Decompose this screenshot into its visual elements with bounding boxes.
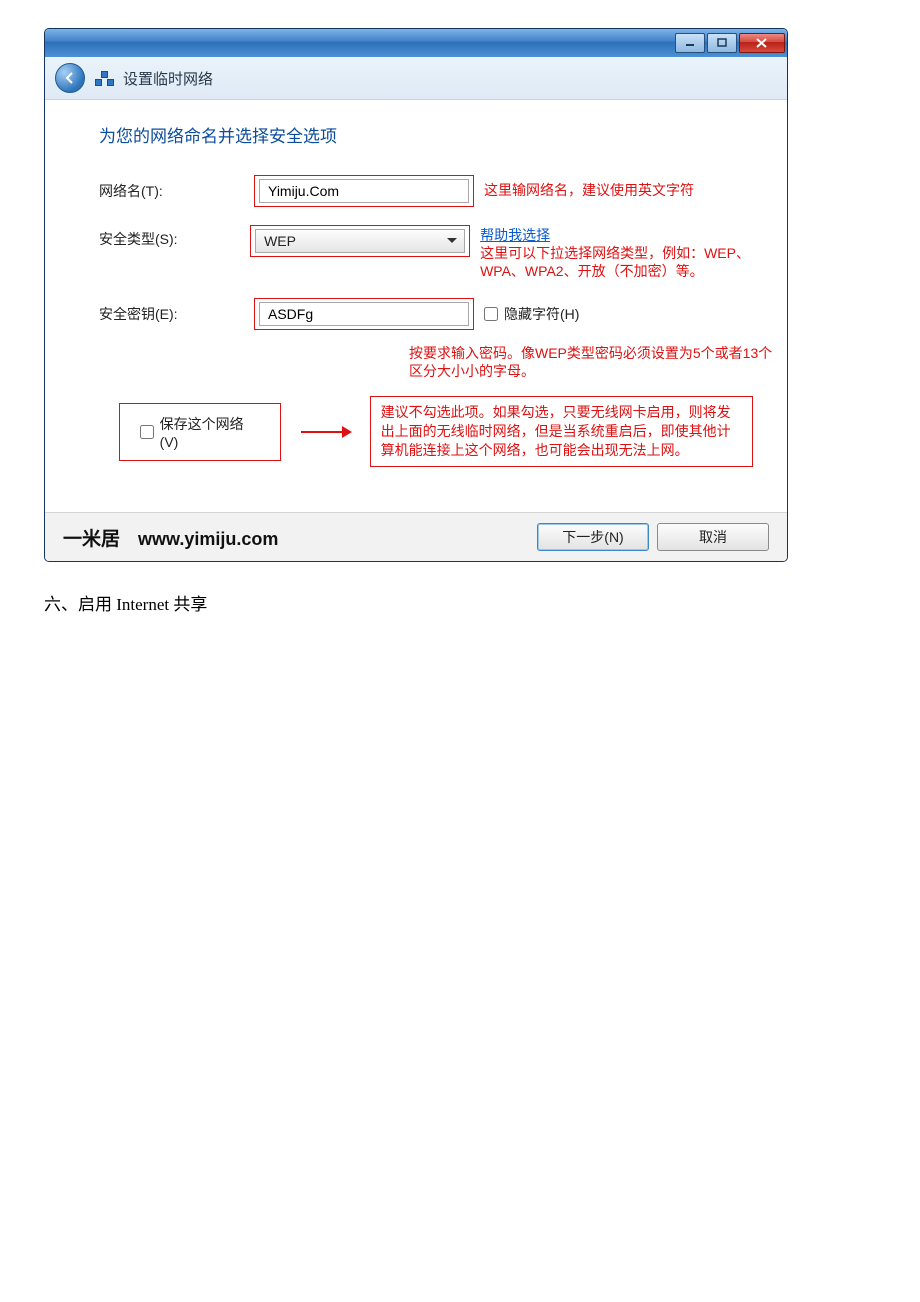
dialog-body: 为您的网络命名并选择安全选项 网络名(T): 这里输网络名，建议使用英文字符 安… bbox=[45, 100, 787, 512]
row-save-network: 保存这个网络(V) 建议不勾选此项。如果勾选，只要无线网卡启用，则将发出上面的无… bbox=[119, 396, 753, 467]
dialog-header: 设置临时网络 bbox=[45, 57, 787, 100]
hide-characters-checkbox[interactable]: 隐藏字符(H) bbox=[484, 304, 579, 324]
dialog-footer: 一米居 www.yimiju.com 下一步(N) 取消 bbox=[45, 512, 787, 561]
cancel-button[interactable]: 取消 bbox=[657, 523, 769, 551]
annot-security-type: 这里可以下拉选择网络类型，例如：WEP、WPA、WPA2、开放（不加密）等。 bbox=[480, 245, 753, 280]
security-type-select[interactable]: WEP bbox=[255, 229, 465, 253]
network-icon bbox=[95, 71, 113, 85]
row-security-type: 安全类型(S): WEP 帮助我选择 这里可以下拉选择网络类型，例如：WEP、W… bbox=[99, 225, 753, 280]
annot-box: WEP bbox=[250, 225, 470, 257]
help-me-choose-link[interactable]: 帮助我选择 bbox=[480, 227, 550, 243]
footer-buttons: 下一步(N) 取消 bbox=[537, 523, 769, 551]
save-network-label: 保存这个网络(V) bbox=[160, 414, 260, 450]
brand-url: www.yimiju.com bbox=[138, 529, 278, 550]
save-network-checkbox[interactable]: 保存这个网络(V) bbox=[119, 403, 281, 461]
row-network-name: 网络名(T): 这里输网络名，建议使用英文字符 bbox=[99, 175, 753, 207]
chevron-down-icon bbox=[444, 233, 460, 249]
annot-network-name: 这里输网络名，建议使用英文字符 bbox=[484, 182, 694, 200]
row-security-key: 安全密钥(E): 隐藏字符(H) bbox=[99, 298, 753, 330]
back-button[interactable] bbox=[55, 63, 85, 93]
maximize-button[interactable] bbox=[707, 33, 737, 53]
label-security-key: 安全密钥(E): bbox=[99, 304, 254, 324]
annot-password-rule: 按要求输入密码。像WEP类型密码必须设置为5个或者13个区分大小小的字母。 bbox=[409, 344, 779, 380]
dialog-window: 设置临时网络 为您的网络命名并选择安全选项 网络名(T): 这里输网络名，建议使… bbox=[44, 28, 788, 562]
annot-box bbox=[254, 175, 474, 207]
annot-save-network: 建议不勾选此项。如果勾选，只要无线网卡启用，则将发出上面的无线临时网络，但是当系… bbox=[370, 396, 753, 467]
close-button[interactable] bbox=[739, 33, 785, 53]
brand: 一米居 www.yimiju.com bbox=[63, 524, 278, 551]
save-network-check[interactable] bbox=[140, 425, 154, 439]
section-title: 为您的网络命名并选择安全选项 bbox=[99, 122, 753, 147]
titlebar bbox=[45, 29, 787, 57]
hide-characters-check[interactable] bbox=[484, 307, 498, 321]
label-security-type: 安全类型(S): bbox=[99, 225, 250, 249]
network-name-input[interactable] bbox=[259, 179, 469, 203]
document-caption: 六、启用 Internet 共享 bbox=[44, 590, 876, 615]
dialog-title: 设置临时网络 bbox=[123, 68, 213, 89]
security-key-input[interactable] bbox=[259, 302, 469, 326]
label-network-name: 网络名(T): bbox=[99, 181, 254, 201]
hide-characters-label: 隐藏字符(H) bbox=[504, 304, 579, 324]
brand-name: 一米居 bbox=[63, 524, 120, 551]
security-type-value: WEP bbox=[264, 233, 296, 249]
arrow-icon bbox=[301, 431, 350, 433]
minimize-button[interactable] bbox=[675, 33, 705, 53]
next-button[interactable]: 下一步(N) bbox=[537, 523, 649, 551]
annot-box bbox=[254, 298, 474, 330]
